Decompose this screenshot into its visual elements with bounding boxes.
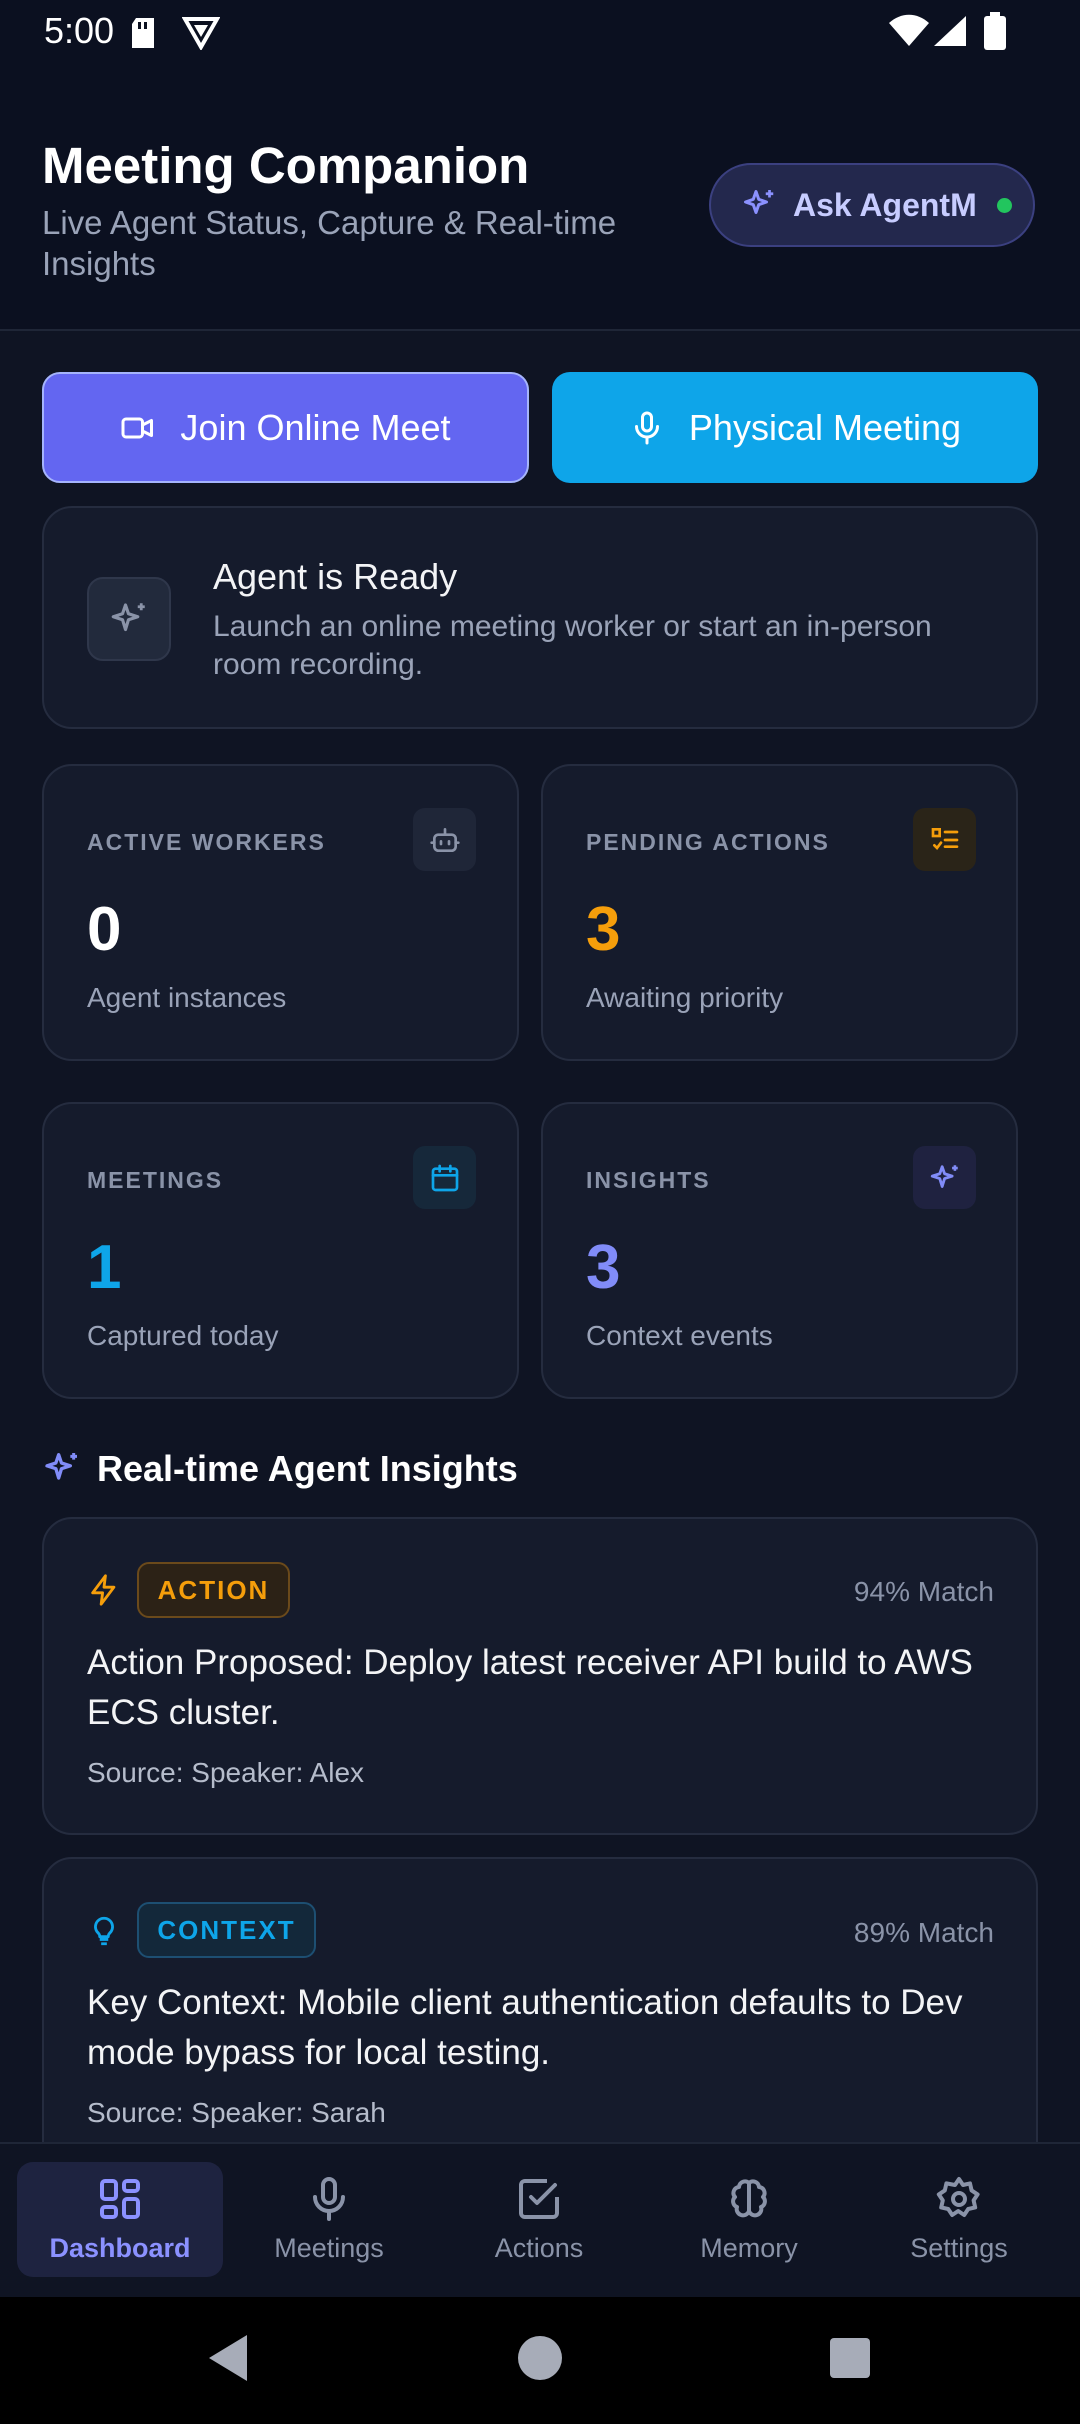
- dashboard-icon: [100, 2179, 140, 2219]
- join-online-meet-label: Join Online Meet: [180, 406, 451, 448]
- gear-icon: [936, 2177, 980, 2217]
- status-bar: 5:00: [0, 0, 1080, 64]
- checklist-icon: [913, 808, 976, 871]
- ready-description: Launch an online meeting worker or start…: [213, 610, 932, 681]
- home-icon[interactable]: [517, 2335, 563, 2381]
- stat-value: 0: [87, 895, 122, 964]
- insight-type-badge: ACTION: [137, 1562, 290, 1618]
- wifi-icon: [889, 14, 929, 46]
- match-score: 89% Match: [853, 1917, 994, 1948]
- physical-meeting-label: Physical Meeting: [688, 406, 962, 448]
- nav-label: Actions: [494, 2233, 584, 2263]
- bolt-icon: [91, 1574, 116, 1606]
- physical-meeting-button[interactable]: Physical Meeting: [552, 372, 1038, 483]
- insights-section-title: Real-time Agent Insights: [97, 1448, 518, 1489]
- page-title: Meeting Companion: [42, 137, 530, 194]
- nav-label: Memory: [700, 2233, 798, 2263]
- signal-icon: [934, 16, 966, 46]
- stat-value: 3: [586, 1233, 621, 1302]
- insight-text: Action Proposed: Deploy latest receiver …: [87, 1643, 973, 1732]
- ready-icon-box: [87, 577, 171, 661]
- back-icon[interactable]: [205, 2333, 251, 2383]
- sparkle-icon: [744, 190, 774, 214]
- insight-type-badge: CONTEXT: [137, 1902, 316, 1958]
- insight-source: Source: Speaker: Sarah: [87, 2097, 386, 2128]
- online-status-dot: [996, 197, 1012, 213]
- lightbulb-icon: [94, 1916, 114, 1946]
- nav-label: Settings: [910, 2233, 1008, 2263]
- insight-text: Key Context: Mobile client authenticatio…: [87, 1983, 963, 2072]
- sparkle-icon: [45, 1453, 77, 1480]
- microphone-icon: [313, 2177, 345, 2221]
- robot-icon: [413, 808, 476, 871]
- stat-subtext: Captured today: [87, 1320, 279, 1351]
- recents-icon[interactable]: [829, 2337, 871, 2379]
- nav-label: Meetings: [274, 2233, 384, 2263]
- ready-title: Agent is Ready: [213, 556, 458, 597]
- nav-item-settings[interactable]: Settings: [856, 2162, 1062, 2277]
- stat-subtext: Agent instances: [87, 982, 287, 1013]
- brain-icon: [731, 2179, 767, 2218]
- ask-agent-button[interactable]: Ask AgentM: [709, 163, 1035, 247]
- ask-agent-label: Ask AgentM: [793, 186, 977, 223]
- stat-subtext: Context events: [586, 1320, 773, 1351]
- page-subtitle: Live Agent Status, Capture & Real-time I…: [42, 204, 617, 282]
- match-score: 94% Match: [853, 1576, 994, 1607]
- stat-value: 1: [87, 1233, 122, 1302]
- checkbox-icon: [519, 2179, 559, 2219]
- sparkle-icon: [111, 603, 145, 632]
- nav-label: Dashboard: [49, 2233, 191, 2263]
- status-time: 5:00: [44, 10, 115, 51]
- stat-label: INSIGHTS: [586, 1167, 711, 1193]
- nav-item-memory[interactable]: Memory: [646, 2162, 852, 2277]
- stat-value: 3: [586, 895, 621, 964]
- nav-item-actions[interactable]: Actions: [436, 2162, 642, 2277]
- microphone-icon: [634, 411, 659, 444]
- sd-card-icon: [132, 18, 154, 48]
- join-online-meet-button[interactable]: Join Online Meet: [42, 372, 529, 483]
- sparkle-icon: [913, 1146, 976, 1209]
- nav-item-meetings[interactable]: Meetings: [226, 2162, 432, 2277]
- battery-icon: [984, 12, 1006, 50]
- nav-item-dashboard[interactable]: Dashboard: [17, 2162, 223, 2277]
- vpn-icon: [182, 17, 220, 50]
- calendar-icon: [413, 1146, 476, 1209]
- insight-source: Source: Speaker: Alex: [87, 1757, 365, 1788]
- stat-label: MEETINGS: [87, 1167, 224, 1193]
- stat-label: ACTIVE WORKERS: [87, 829, 326, 855]
- stat-label: PENDING ACTIONS: [586, 829, 830, 855]
- system-nav-bar: [0, 2297, 1080, 2424]
- stat-subtext: Awaiting priority: [586, 982, 784, 1013]
- video-camera-icon: [121, 417, 154, 438]
